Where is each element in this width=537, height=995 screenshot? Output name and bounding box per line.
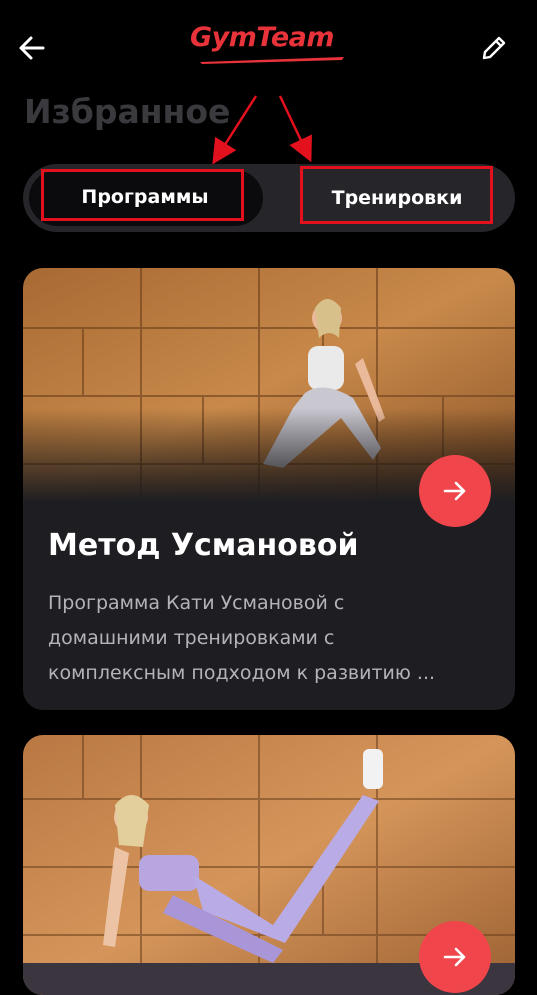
arrow-left-icon	[19, 36, 45, 60]
logo-underline	[200, 57, 344, 64]
edit-button[interactable]	[474, 28, 514, 68]
gymteam-logo: GymTeam	[190, 22, 350, 68]
arrow-right-icon	[443, 481, 466, 501]
tab-programs[interactable]: Программы	[45, 172, 245, 222]
open-program-button[interactable]	[419, 455, 491, 527]
card-description-line: Программа Кати Усмановой с	[48, 592, 345, 614]
program-card-2[interactable]	[23, 735, 515, 995]
program-card[interactable]: Метод Усмановой Программа Кати Усмановой…	[23, 268, 515, 710]
card-description-line: комплексным подходом к развитию ...	[48, 662, 436, 684]
card-description: Программа Кати Усмановой с домашними тре…	[48, 586, 498, 691]
page-title: Избранное	[24, 92, 231, 131]
open-program-button-2[interactable]	[419, 921, 491, 993]
tab-workouts[interactable]: Тренировки	[303, 170, 491, 226]
top-bar: GymTeam	[0, 0, 537, 95]
pencil-icon	[482, 36, 506, 60]
card-title: Метод Усмановой	[48, 528, 359, 563]
back-button[interactable]	[14, 30, 50, 66]
card-description-line: домашними тренировками с	[48, 627, 335, 649]
logo-text: GymTeam	[190, 22, 335, 53]
annotation-arrow-right	[278, 95, 312, 163]
arrow-right-icon	[443, 947, 466, 967]
favorites-tabs: Программы Тренировки	[23, 164, 515, 232]
